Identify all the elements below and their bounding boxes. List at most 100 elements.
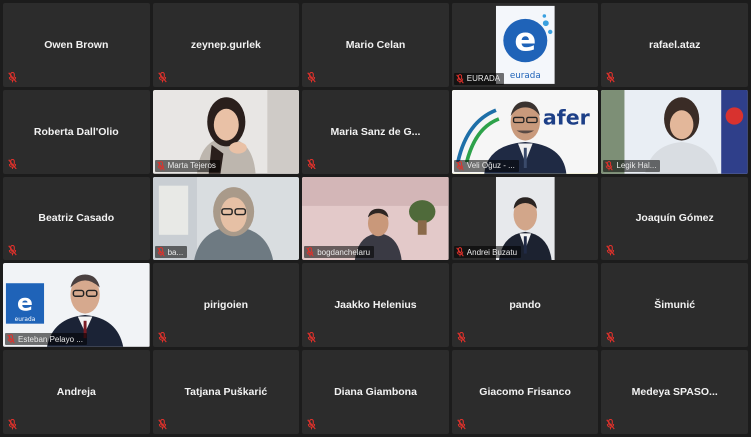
mic-status	[8, 419, 17, 430]
participant-tile[interactable]: Maria Sanz de G...	[302, 89, 449, 174]
participant-name: Legik Hal...	[616, 161, 657, 171]
mic-status	[307, 158, 316, 170]
mic-muted-icon	[157, 419, 167, 430]
mic-muted-icon	[307, 158, 316, 170]
mic-status	[157, 332, 167, 343]
participant-tile[interactable]: bogdanchelaru	[302, 176, 449, 261]
mic-muted-icon	[156, 247, 165, 257]
participant-name-tag: ba...	[154, 246, 188, 259]
participant-grid: Owen Brown zeynep.gurlek Mario Celan e eurad…	[3, 3, 748, 434]
mic-muted-icon	[157, 71, 167, 83]
participant-name-tag: Marta Tejeros	[154, 159, 220, 172]
mic-status	[606, 71, 616, 83]
participant-tile[interactable]: Medeya SPASO...	[601, 350, 748, 434]
participant-tile[interactable]: pando	[451, 263, 599, 348]
participant-name: pando	[509, 299, 541, 312]
participant-name: Veli Oğuz - ...	[466, 161, 515, 171]
mic-muted-icon	[456, 160, 464, 171]
mic-status	[157, 71, 167, 83]
mic-status	[307, 419, 316, 430]
participant-name: Jaakko Helenius	[334, 299, 417, 312]
mic-status	[8, 71, 17, 83]
mic-status	[8, 245, 17, 256]
mic-status	[307, 71, 316, 83]
mic-status	[157, 419, 167, 430]
participant-tile[interactable]: e eurada EURADA	[451, 3, 599, 87]
participant-name: Giacomo Frisanco	[479, 386, 571, 399]
participant-name: Šimunić	[654, 299, 696, 312]
mic-muted-icon	[307, 71, 316, 83]
participant-name: Marta Tejeros	[167, 161, 216, 171]
participant-tile[interactable]: Andreja	[3, 350, 150, 434]
participant-tile[interactable]: pirigoien	[152, 263, 300, 348]
participant-tile[interactable]: e eurada Esteban Pelayo ...	[3, 263, 150, 348]
participant-tile[interactable]: Tatjana Puškarić	[152, 350, 300, 434]
mic-muted-icon	[307, 332, 316, 343]
mic-muted-icon	[7, 334, 15, 344]
mic-status	[8, 158, 17, 170]
participant-name: Andrei Buzatu	[466, 247, 518, 257]
mic-status	[606, 332, 616, 343]
mic-muted-icon	[606, 245, 616, 256]
mic-status	[457, 419, 466, 430]
participant-name-tag: Veli Oğuz - ...	[453, 159, 519, 172]
participant-name: Medeya SPASO...	[631, 386, 718, 399]
mic-muted-icon	[456, 247, 464, 257]
participant-name: Esteban Pelayo ...	[18, 334, 83, 344]
participant-name: bogdanchelaru	[317, 247, 371, 257]
mic-muted-icon	[8, 158, 17, 170]
svg-text:e: e	[514, 21, 536, 59]
participant-name: Andreja	[56, 386, 96, 399]
participant-name-tag: Andrei Buzatu	[453, 246, 522, 259]
participant-name: rafael.ataz	[649, 38, 701, 51]
participant-tile[interactable]: ba...	[152, 176, 300, 261]
participant-tile[interactable]: Diana Giambona	[302, 350, 449, 434]
backdrop-text: afer	[543, 106, 590, 130]
mic-muted-icon	[8, 71, 17, 83]
mic-muted-icon	[307, 419, 316, 430]
mic-muted-icon	[456, 73, 464, 84]
participant-tile[interactable]: Andrei Buzatu	[451, 176, 599, 261]
mic-status	[606, 245, 616, 256]
participant-tile[interactable]: Beatriz Casado	[3, 176, 150, 261]
participant-tile[interactable]: rafael.ataz	[601, 3, 748, 87]
participant-tile[interactable]: Šimunić	[601, 263, 748, 348]
mic-muted-icon	[606, 71, 616, 83]
mic-muted-icon	[157, 332, 167, 343]
participant-name: Tatjana Puškarić	[184, 386, 268, 399]
participant-name: pirigoien	[203, 299, 249, 312]
participant-tile[interactable]: zeynep.gurlek	[152, 3, 300, 87]
participant-name-tag: Legik Hal...	[603, 159, 661, 172]
mic-muted-icon	[8, 245, 17, 256]
participant-tile[interactable]: Marta Tejeros	[152, 89, 300, 174]
mic-muted-icon	[8, 419, 17, 430]
participant-name-tag: EURADA	[453, 72, 505, 85]
logo-text: eurada	[15, 317, 36, 323]
participant-tile[interactable]: Owen Brown	[3, 3, 150, 87]
mic-status	[307, 332, 316, 343]
mic-muted-icon	[606, 419, 616, 430]
participant-name: Beatriz Casado	[38, 212, 115, 225]
participant-tile[interactable]: Giacomo Frisanco	[451, 350, 599, 434]
mic-muted-icon	[605, 160, 614, 171]
participant-name: Roberta Dall'Olio	[33, 125, 119, 138]
mic-status	[606, 419, 616, 430]
participant-name: Owen Brown	[44, 38, 109, 51]
participant-name-tag: Esteban Pelayo ...	[5, 333, 87, 346]
participant-name: zeynep.gurlek	[190, 38, 261, 51]
mic-status	[457, 332, 466, 343]
mic-muted-icon	[457, 419, 466, 430]
participant-tile[interactable]: Legik Hal...	[601, 89, 748, 174]
participant-tile[interactable]: Roberta Dall'Olio	[3, 89, 150, 174]
participant-tile[interactable]: afer Veli Oğuz - ...	[451, 89, 599, 174]
mic-muted-icon	[606, 332, 616, 343]
participant-name: Joaquín Gómez	[635, 212, 714, 225]
participant-tile[interactable]: Jaakko Helenius	[302, 263, 449, 348]
participant-tile[interactable]: Joaquín Gómez	[601, 176, 748, 261]
participant-name: Mario Celan	[345, 38, 406, 51]
logo-text: eurada	[510, 71, 541, 81]
mic-muted-icon	[457, 332, 466, 343]
mic-muted-icon	[306, 247, 314, 257]
participant-tile[interactable]: Mario Celan	[302, 3, 449, 87]
participant-name: Diana Giambona	[334, 386, 417, 399]
